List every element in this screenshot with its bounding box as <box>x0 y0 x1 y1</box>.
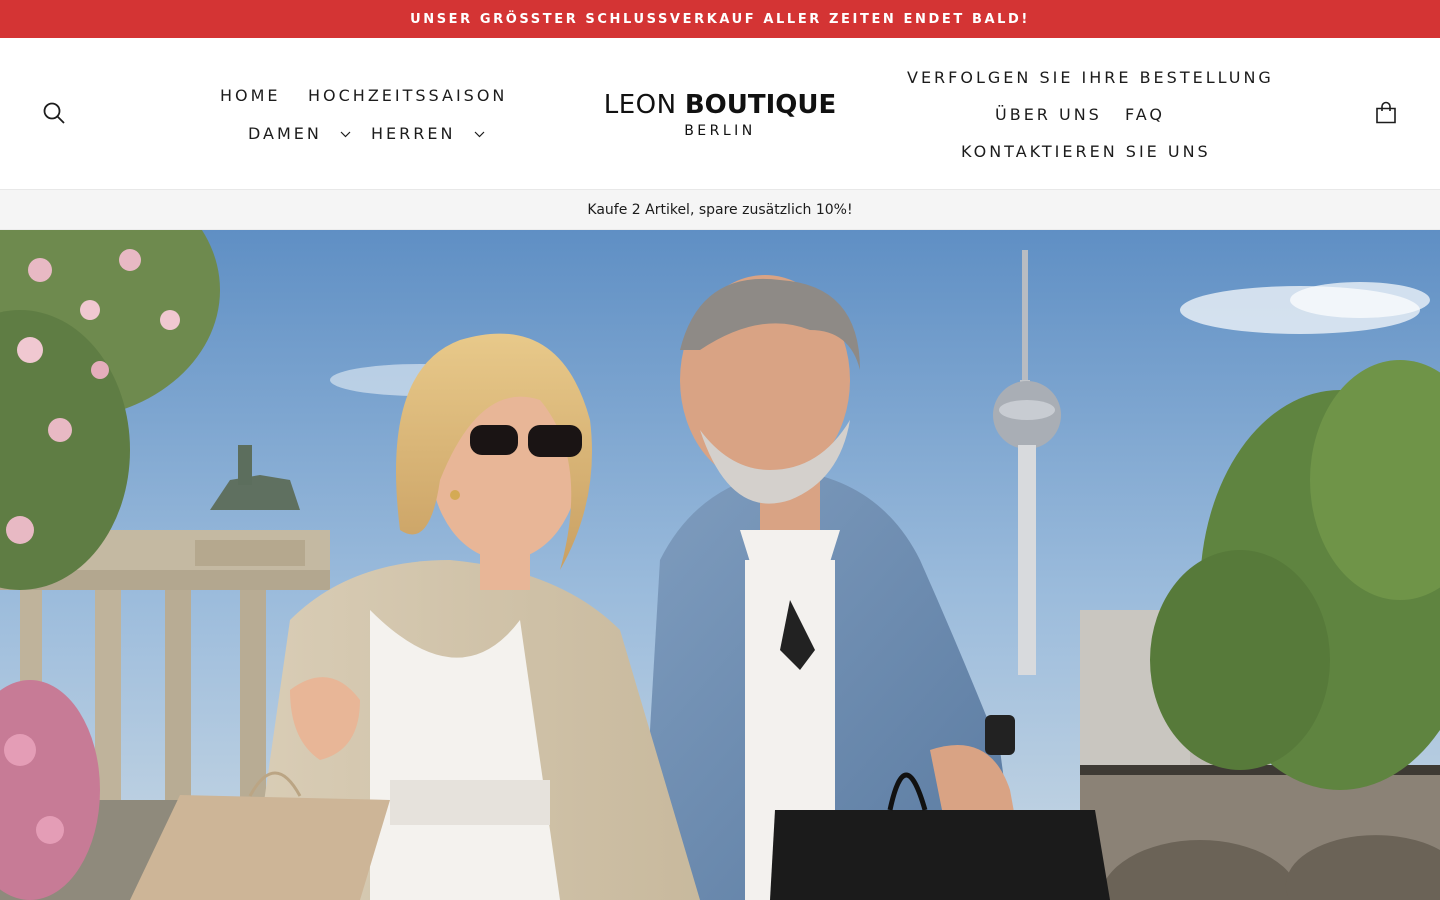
nav-about-us[interactable]: ÜBER UNS <box>995 105 1102 125</box>
logo-bold-text: BOUTIQUE <box>684 90 837 120</box>
nav-home[interactable]: HOME <box>220 86 281 106</box>
nav-order-tracking[interactable]: VERFOLGEN SIE IHRE BESTELLUNG <box>907 68 1274 88</box>
logo-subtitle: BERLIN <box>684 123 756 139</box>
nav-contact-label: KONTAKTIEREN SIE UNS <box>961 142 1211 161</box>
chevron-down-icon <box>340 131 351 138</box>
chevron-down-icon <box>474 131 484 138</box>
announcement-bar: UNSER GRÖSSTER SCHLUSSVERKAUF ALLER ZEIT… <box>0 0 1440 38</box>
site-logo[interactable]: LEON BOUTIQUE BERLIN <box>600 90 840 140</box>
logo-light-text: LEON <box>603 90 677 120</box>
logo-wordmark: LEON BOUTIQUE <box>600 90 840 120</box>
nav-hochzeitssaison-label: HOCHZEITSSAISON <box>308 86 508 105</box>
nav-about-us-label: ÜBER UNS <box>995 105 1102 124</box>
nav-herren[interactable]: HERREN <box>371 124 485 144</box>
nav-contact[interactable]: KONTAKTIEREN SIE UNS <box>961 142 1211 162</box>
site-header: HOME HOCHZEITSSAISON DAMEN HERREN LEON B… <box>0 38 1440 190</box>
promo-bar: Kaufe 2 Artikel, spare zusätzlich 10%! <box>0 190 1440 230</box>
hero-image <box>0 230 1440 900</box>
nav-hochzeitssaison[interactable]: HOCHZEITSSAISON <box>308 86 507 106</box>
nav-herren-label: HERREN <box>371 124 456 143</box>
nav-faq[interactable]: FAQ <box>1125 105 1165 125</box>
nav-order-tracking-label: VERFOLGEN SIE IHRE BESTELLUNG <box>907 68 1274 87</box>
promo-text: Kaufe 2 Artikel, spare zusätzlich 10%! <box>587 201 853 218</box>
nav-damen-label: DAMEN <box>248 124 322 143</box>
cart-bag-icon <box>1376 101 1396 124</box>
cart-button[interactable] <box>1371 98 1401 128</box>
search-icon <box>43 102 65 124</box>
search-button[interactable] <box>39 98 69 128</box>
nav-faq-label: FAQ <box>1125 105 1165 124</box>
announcement-text: UNSER GRÖSSTER SCHLUSSVERKAUF ALLER ZEIT… <box>410 11 1030 27</box>
nav-damen[interactable]: DAMEN <box>248 124 351 144</box>
hero-banner <box>0 230 1440 900</box>
nav-home-label: HOME <box>220 86 281 105</box>
